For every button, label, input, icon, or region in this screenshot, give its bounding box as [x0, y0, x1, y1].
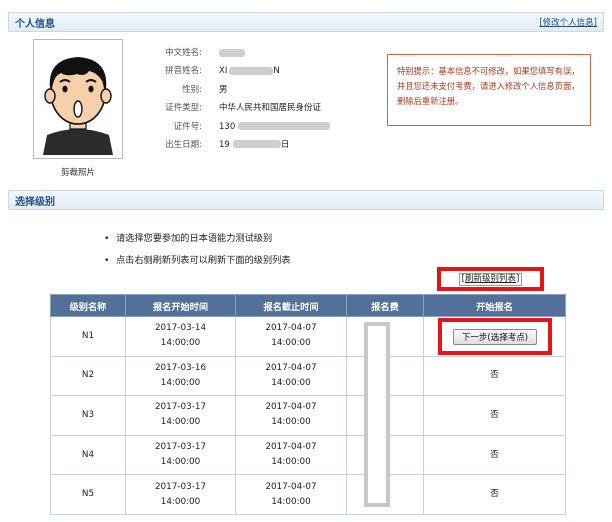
pinyin-name-value: XI N [219, 66, 280, 77]
end-cell: 2017-04-07 14:00:00 [235, 474, 347, 515]
redacted-text [219, 48, 245, 57]
level-selection-header: 选择级别 [8, 190, 604, 210]
chinese-name-value [219, 44, 379, 62]
gender-value: 男 [219, 84, 228, 95]
table-row: N4 2017-03-17 14:00:00 2017-04-07 14:00:00… [50, 434, 566, 476]
col-header-end: 报名截止时间 [235, 294, 347, 317]
info-values: XI N 男 中华人民共和国居民身份证 130 19 日 [219, 44, 379, 154]
table-row: N2 2017-03-16 14:00:00 2017-04-07 14:00:00… [50, 355, 566, 397]
info-label: 中文姓名: [165, 48, 202, 58]
instruction-item: • 点击右侧刷新列表可以刷新下面的级别列表 [104, 255, 291, 266]
personal-info-title: 个人信息 [15, 18, 55, 30]
next-step-highlight: 下一步(选择考点) [438, 318, 552, 355]
info-label: 拼音姓名: [165, 66, 202, 77]
start-cell: 2017-03-16 14:00:00 [125, 355, 236, 397]
instruction-item: • 请选择您要参加的日本语能力测试级别 [104, 233, 273, 244]
refresh-highlight: [刷新级别列表] [437, 267, 544, 291]
action-cell: 否 [423, 395, 566, 436]
notice-box: 特别提示：基本信息不可修改，如果您填写有误，并且您还未支付考费，请进入修改个人信… [387, 54, 591, 126]
id-type-value: 中华人民共和国居民身份证 [219, 103, 322, 114]
fee-cell: 元 [346, 434, 424, 476]
level-selection-title: 选择级别 [15, 196, 55, 208]
level-cell: N1 [50, 316, 126, 357]
level-cell: N3 [50, 395, 126, 436]
profile-photo [33, 39, 123, 159]
instructions-list: • 请选择您要参加的日本语能力测试级别 • 点击右侧刷新列表可以刷新下面的级别列表 [104, 230, 291, 274]
col-header-action: 开始报名 [423, 294, 566, 317]
action-cell: 否 [423, 434, 566, 476]
start-cell: 2017-03-17 14:00:00 [125, 434, 236, 476]
redacted-text [229, 66, 274, 75]
level-cell: N2 [50, 355, 126, 397]
action-cell: 否 [423, 474, 566, 515]
col-header-level: 级别名称 [50, 294, 126, 317]
col-header-start: 报名开始时间 [125, 294, 236, 317]
id-number-value: 130 [219, 118, 379, 136]
col-header-fee: 报名费 [346, 294, 424, 317]
birth-date-value: 19 日 [219, 139, 290, 150]
level-cell: N4 [50, 434, 126, 476]
end-cell: 2017-04-07 14:00:00 [235, 434, 347, 476]
table-header-row: 级别名称 报名开始时间 报名截止时间 报名费 开始报名 [50, 294, 566, 317]
info-label: 证件类型: [165, 103, 202, 114]
fee-cell: 元 [346, 355, 424, 397]
crop-photo-link[interactable]: 剪裁照片 [33, 166, 123, 178]
fee-cell: 元 [346, 316, 424, 357]
table-row: N3 2017-03-17 14:00:00 2017-04-07 14:00:00… [50, 395, 566, 436]
edit-personal-info-link[interactable]: [修改个人信息] [539, 16, 597, 28]
info-labels: 中文姓名: 拼音姓名: 性别: 证件类型: 证件号: 出生日期: [140, 44, 202, 154]
info-label: 证件号: [173, 121, 202, 132]
fee-cell: 元 [346, 474, 424, 515]
info-label: 出生日期: [165, 139, 202, 150]
cartoon-avatar-image [37, 43, 119, 155]
personal-info-header: 个人信息 [修改个人信息] [8, 12, 604, 32]
redacted-text [232, 140, 281, 149]
refresh-list-link[interactable]: [刷新级别列表] [458, 272, 523, 286]
start-cell: 2017-03-14 14:00:00 [125, 316, 236, 357]
fee-cell: 元 [346, 395, 424, 436]
end-cell: 2017-04-07 14:00:00 [235, 395, 347, 436]
redacted-text [238, 122, 331, 131]
start-cell: 2017-03-17 14:00:00 [125, 395, 236, 436]
table-row: N5 2017-03-17 14:00:00 2017-04-07 14:00:00… [50, 474, 566, 515]
end-cell: 2017-04-07 14:00:00 [235, 355, 347, 397]
level-cell: N5 [50, 474, 126, 515]
next-step-select-venue-button[interactable]: 下一步(选择考点) [452, 328, 538, 345]
start-cell: 2017-03-17 14:00:00 [125, 474, 236, 515]
info-label: 性别: [182, 84, 202, 95]
action-cell: 否 [423, 355, 566, 397]
end-cell: 2017-04-07 14:00:00 [235, 316, 347, 357]
